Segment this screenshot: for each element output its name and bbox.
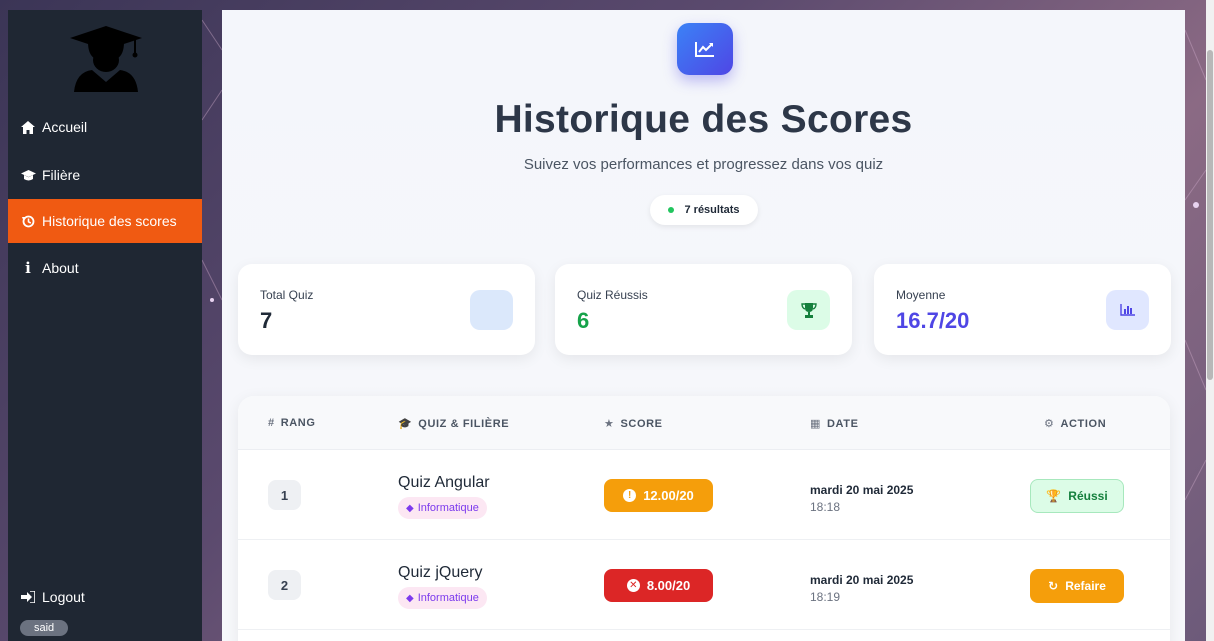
rank-badge: 1 xyxy=(268,480,301,510)
logout-label: Logout xyxy=(42,589,85,605)
filiere-tag: ◆ Informatique xyxy=(398,497,487,519)
bar-chart-icon xyxy=(1106,290,1149,330)
stat-card-passed: Quiz Réussis 6 xyxy=(555,264,852,355)
passed-button[interactable]: 🏆 Réussi xyxy=(1030,479,1124,513)
column-header-action: ⚙ ACTION xyxy=(1044,417,1107,431)
star-icon: ★ xyxy=(604,418,615,430)
trophy-icon: 🏆 xyxy=(1046,489,1062,503)
redo-icon: ↻ xyxy=(1048,579,1059,593)
logout-button[interactable]: Logout xyxy=(8,575,202,619)
status-dot-icon xyxy=(668,207,675,213)
info-icon: i xyxy=(25,259,31,277)
results-count-label: 7 résultats xyxy=(684,204,740,216)
column-header-quiz: 🎓 QUIZ & FILIÈRE xyxy=(398,417,510,431)
filiere-tag: ◆ Informatique xyxy=(398,587,487,609)
stat-label: Moyenne xyxy=(896,288,946,302)
retry-button[interactable]: ↻ Refaire xyxy=(1030,569,1124,603)
stat-card-average: Moyenne 16.7/20 xyxy=(874,264,1171,355)
quiz-name: Quiz jQuery xyxy=(398,564,483,581)
page-scrollbar[interactable] xyxy=(1206,0,1214,641)
graduation-cap-icon xyxy=(20,169,36,181)
time-text: 18:18 xyxy=(810,500,841,514)
tag-icon: ◆ xyxy=(406,592,414,604)
list-icon xyxy=(470,290,513,330)
sidebar-item-historique[interactable]: Historique des scores xyxy=(8,199,202,243)
stat-card-total: Total Quiz 7 xyxy=(238,264,535,355)
graduation-cap-icon: 🎓 xyxy=(398,418,413,430)
hashtag-icon: # xyxy=(268,417,275,429)
column-header-date: ▦ DATE xyxy=(810,417,859,431)
sidebar-item-accueil[interactable]: Accueil xyxy=(8,105,202,149)
username-badge: said xyxy=(20,620,69,636)
sidebar-item-label: About xyxy=(42,260,79,276)
sidebar-item-filiere[interactable]: Filière xyxy=(8,153,202,197)
date-text: mardi 20 mai 2025 xyxy=(810,573,914,587)
column-header-rank: # RANG xyxy=(268,417,316,429)
table-row: 1 Quiz Angular ◆ Informatique ! 12.00/20 m… xyxy=(238,450,1170,540)
table-row: 2 Quiz jQuery ◆ Informatique ✕ 8.00/20 mar… xyxy=(238,540,1170,630)
page-subtitle: Suivez vos performances et progressez da… xyxy=(523,156,884,173)
sign-out-icon xyxy=(20,591,36,603)
home-icon xyxy=(20,120,36,134)
sidebar-item-label: Historique des scores xyxy=(42,213,177,229)
trophy-icon xyxy=(787,290,830,330)
scores-table: # RANG 🎓 QUIZ & FILIÈRE ★ SCORE ▦ DATE ⚙ ACTI… xyxy=(238,396,1170,641)
main-content: Historique des Scores Suivez vos perform… xyxy=(222,10,1185,641)
stat-value: 6 xyxy=(577,308,590,333)
stat-value: 16.7/20 xyxy=(896,308,970,333)
results-count-badge: 7 résultats xyxy=(650,195,758,225)
sidebar-item-label: Filière xyxy=(42,167,81,183)
stat-value: 7 xyxy=(260,308,273,333)
column-header-score: ★ SCORE xyxy=(604,417,663,431)
score-badge: ! 12.00/20 xyxy=(604,479,713,512)
cog-icon: ⚙ xyxy=(1044,418,1055,430)
graduate-avatar-logo xyxy=(68,24,144,92)
stat-label: Quiz Réussis xyxy=(577,288,648,302)
table-header: # RANG 🎓 QUIZ & FILIÈRE ★ SCORE ▦ DATE ⚙ ACTI… xyxy=(238,396,1170,450)
quiz-name: Quiz Angular xyxy=(398,474,490,491)
rank-badge: 2 xyxy=(268,570,301,600)
score-badge: ✕ 8.00/20 xyxy=(604,569,713,602)
sidebar-item-label: Accueil xyxy=(42,119,88,135)
scrollbar-thumb[interactable] xyxy=(1207,50,1213,380)
stat-label: Total Quiz xyxy=(260,288,314,302)
calendar-icon: ▦ xyxy=(810,418,821,430)
tag-icon: ◆ xyxy=(406,502,414,514)
time-text: 18:19 xyxy=(810,590,841,604)
chart-line-icon xyxy=(677,23,733,75)
date-text: mardi 20 mai 2025 xyxy=(810,483,914,497)
sidebar-item-about[interactable]: i About xyxy=(8,246,202,290)
history-icon xyxy=(20,215,36,228)
sidebar: Accueil Filière Historique des scores i … xyxy=(8,10,202,641)
exclamation-circle-icon: ! xyxy=(623,489,637,502)
times-circle-icon: ✕ xyxy=(626,579,640,592)
page-title: Historique des Scores xyxy=(494,98,913,141)
